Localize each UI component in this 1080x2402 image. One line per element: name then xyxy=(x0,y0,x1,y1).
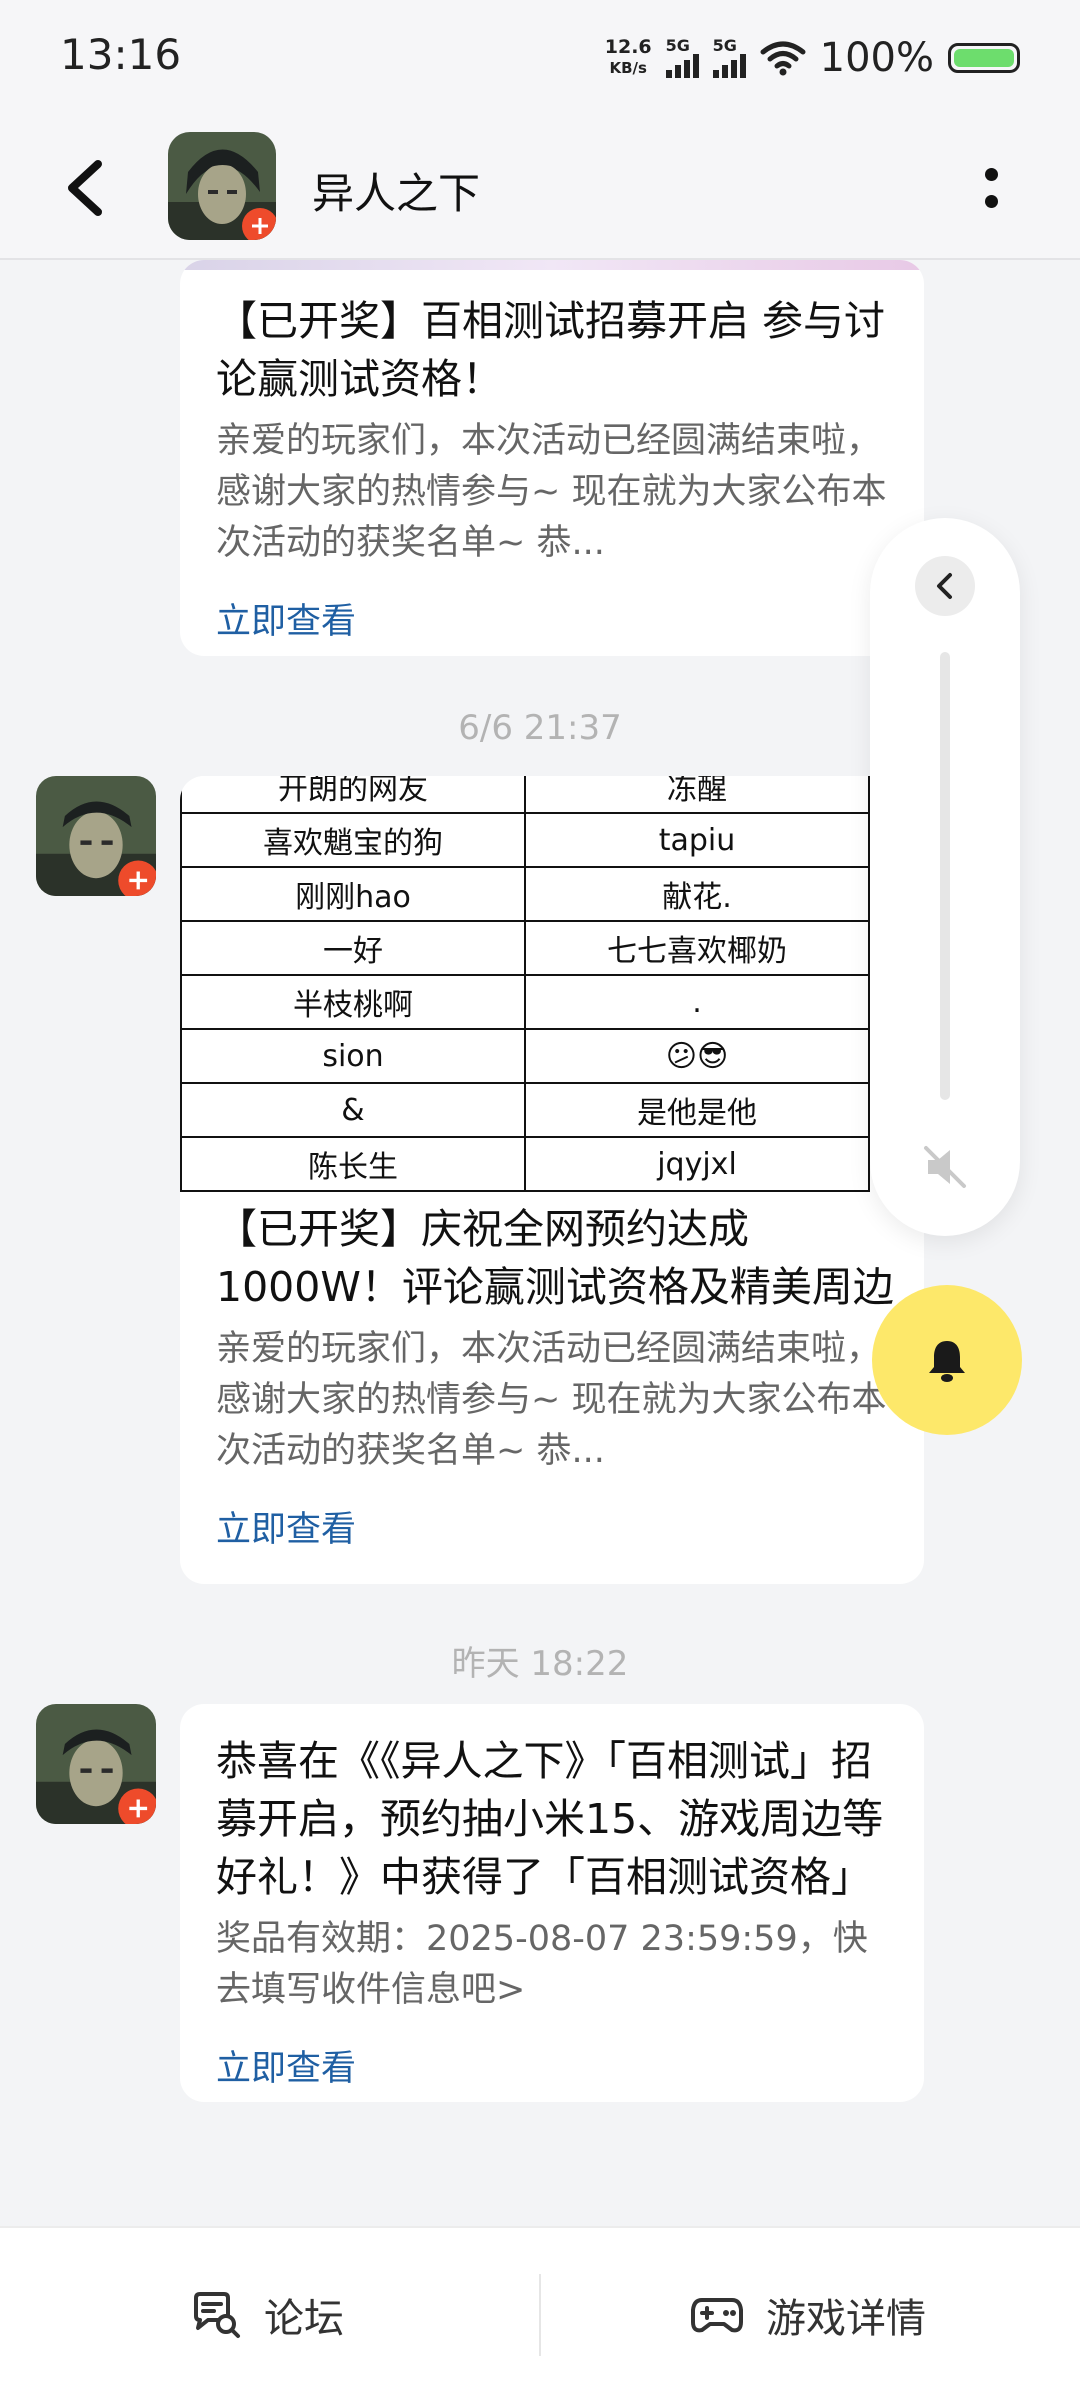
game-character-avatar-image xyxy=(36,1704,156,1824)
floating-side-panel xyxy=(870,518,1020,1236)
chevron-left-icon xyxy=(937,573,952,599)
card-title: 恭喜在《《异人之下》「百相测试」招募开启，预约抽小米15、游戏周边等好礼！》中获… xyxy=(216,1737,884,1901)
card-description: 奖品有效期：2025-08-07 23:59:59，快去填写收件信息吧> xyxy=(216,1919,868,2010)
status-time: 13:16 xyxy=(60,30,182,79)
message-card[interactable]: 开朗的网友 冻醒 喜欢魈宝的狗 tapiu 刚刚hao 献花. 一好 七七喜欢椰奶 半枝桃啊. s… xyxy=(180,776,924,1584)
sender-avatar[interactable] xyxy=(36,776,156,896)
winner-name-cell: 七七喜欢椰奶 xyxy=(524,920,870,976)
network-speed-unit: KB/s xyxy=(609,59,647,77)
winner-table-row: 半枝桃啊. xyxy=(180,974,870,1030)
winner-name-cell: 喜欢魈宝的狗 xyxy=(180,812,526,868)
battery-percent: 100% xyxy=(819,35,934,81)
card-description: 亲爱的玩家们，本次活动已经圆满结束啦，感谢大家的热情参与~ 现在就为大家公布本次… xyxy=(216,1329,887,1471)
tab-game-details[interactable]: 游戏详情 xyxy=(690,2228,926,2402)
tab-forum-label: 论坛 xyxy=(264,2296,344,2342)
winner-table-row: 喜欢魈宝的狗 tapiu xyxy=(180,812,870,868)
more-vertical-icon xyxy=(984,168,998,181)
tab-game-details-label: 游戏详情 xyxy=(766,2296,926,2342)
tab-forum[interactable]: 论坛 xyxy=(190,2228,344,2402)
page-title: 异人之下 xyxy=(312,169,481,218)
winner-name-cell: 一好 xyxy=(180,920,526,976)
gamepad-icon xyxy=(691,2298,743,2333)
tab-divider xyxy=(539,2274,541,2356)
winner-name-cell: 半枝桃啊 xyxy=(180,974,526,1030)
view-now-link[interactable]: 立即查看 xyxy=(180,2040,392,2091)
back-button[interactable] xyxy=(58,156,118,220)
message-card[interactable]: 恭喜在《《异人之下》「百相测试」招募开启，预约抽小米15、游戏周边等好礼！》中获… xyxy=(180,1704,924,2102)
signal-icon-sim1: 5G xyxy=(665,36,699,78)
game-avatar[interactable] xyxy=(168,132,276,240)
winner-table-row: 刚刚hao 献花. xyxy=(180,866,870,922)
winner-name-cell: 是他是他 xyxy=(524,1082,870,1138)
winner-name-cell: 陈长生 xyxy=(180,1136,526,1192)
winner-name-cell: 献花. xyxy=(524,866,870,922)
card-title: 【已开奖】庆祝全网预约达成1000W！评论赢测试资格及精美周边 xyxy=(216,1205,894,1311)
winner-name-cell: 冻醒 xyxy=(524,776,870,814)
view-now-link[interactable]: 立即查看 xyxy=(180,593,392,644)
volume-mute-icon xyxy=(924,1146,966,1188)
collapse-panel-button[interactable] xyxy=(915,556,975,616)
network-speed: 12.6 KB/s xyxy=(605,37,652,79)
winner-name-cell: 刚刚hao xyxy=(180,866,526,922)
card-description: 亲爱的玩家们，本次活动已经圆满结束啦，感谢大家的热情参与~ 现在就为大家公布本次… xyxy=(216,421,887,563)
bell-icon xyxy=(929,1341,965,1382)
winner-name-cell: 😕😎 xyxy=(524,1028,870,1084)
volume-slider-track[interactable] xyxy=(940,652,950,1100)
winner-name-cell: tapiu xyxy=(524,812,870,868)
winner-table-row: sion 😕😎 xyxy=(180,1028,870,1084)
message-card[interactable]: 【已开奖】百相测试招募开启 参与讨论赢测试资格！ 亲爱的玩家们，本次活动已经圆满… xyxy=(180,260,924,656)
game-character-avatar-image xyxy=(36,776,156,896)
sim2-label: 5G xyxy=(712,36,737,55)
mute-button[interactable] xyxy=(920,1142,970,1192)
battery-level-fill xyxy=(954,49,1014,67)
card-banner-image xyxy=(180,260,924,270)
notification-bell-button[interactable] xyxy=(872,1285,1022,1435)
forum-search-icon xyxy=(194,2292,240,2338)
winner-name-cell: . xyxy=(524,974,870,1030)
network-speed-value: 12.6 xyxy=(604,36,652,58)
winner-list-image: 开朗的网友 冻醒 喜欢魈宝的狗 tapiu 刚刚hao 献花. 一好 七七喜欢椰奶 半枝桃啊. s… xyxy=(180,776,924,1192)
winner-name-cell: jqyjxl xyxy=(524,1136,870,1192)
battery-icon xyxy=(948,43,1020,73)
bottom-tab-bar: 论坛 游戏详情 xyxy=(0,2226,1080,2402)
sender-avatar[interactable] xyxy=(36,1704,156,1824)
more-vertical-icon-dot xyxy=(984,195,998,208)
sim1-label: 5G xyxy=(665,36,690,55)
chevron-left-icon xyxy=(68,160,102,216)
winner-name-cell: & xyxy=(180,1082,526,1138)
status-bar: 13:16 12.6 KB/s 5G 5G 100% xyxy=(0,0,1080,118)
winner-table-row: 陈长生 jqyjxl xyxy=(180,1136,870,1192)
winner-name-cell: sion xyxy=(180,1028,526,1084)
wifi-icon xyxy=(760,41,806,76)
winner-table-row: 开朗的网友 冻醒 xyxy=(180,776,870,814)
winner-table-row: 一好 七七喜欢椰奶 xyxy=(180,920,870,976)
card-title: 【已开奖】百相测试招募开启 参与讨论赢测试资格！ xyxy=(216,297,886,403)
status-icons: 12.6 KB/s 5G 5G 100% xyxy=(605,30,1020,86)
more-options-button[interactable] xyxy=(980,160,1002,216)
chat-header: 异人之下 xyxy=(0,118,1080,260)
message-timestamp: 昨天 18:22 xyxy=(451,1644,629,1684)
game-character-avatar-image xyxy=(168,132,276,240)
view-now-link[interactable]: 立即查看 xyxy=(180,1501,392,1552)
winner-table-row: & 是他是他 xyxy=(180,1082,870,1138)
signal-icon-sim2: 5G xyxy=(712,36,746,78)
winner-name-cell: 开朗的网友 xyxy=(180,776,526,814)
